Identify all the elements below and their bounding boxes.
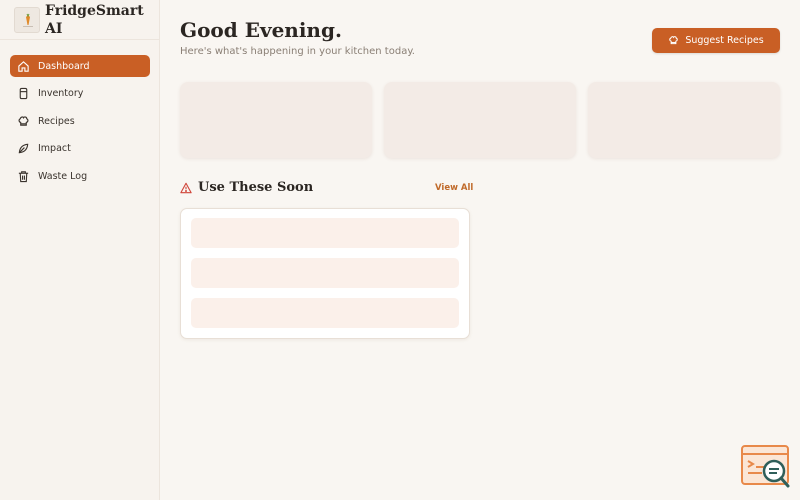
warning-icon: [180, 182, 192, 194]
suggest-recipes-button[interactable]: Suggest Recipes: [652, 28, 780, 53]
section-title: Use These Soon: [180, 180, 313, 195]
sidebar-item-waste-log[interactable]: Waste Log: [10, 165, 150, 187]
page-subtitle: Here's what's happening in your kitchen …: [180, 46, 415, 57]
sidebar-item-label: Waste Log: [38, 170, 88, 182]
carrot-icon: [23, 13, 33, 27]
brand-header: FridgeSmart AI: [0, 0, 159, 40]
stat-card-skeleton: [180, 82, 372, 158]
sidebar-item-dashboard[interactable]: Dashboard: [10, 55, 150, 77]
sidebar-item-label: Recipes: [38, 115, 75, 127]
list-item-skeleton: [191, 218, 459, 248]
inspect-widget-button[interactable]: [740, 444, 792, 492]
sidebar: FridgeSmart AI Dashboard Inventory Recip…: [0, 0, 160, 500]
trash-icon: [17, 170, 30, 183]
use-soon-card: [180, 208, 470, 339]
sidebar-item-recipes[interactable]: Recipes: [10, 110, 150, 132]
list-item-skeleton: [191, 298, 459, 328]
chef-hat-icon: [17, 115, 30, 128]
main-content: Good Evening. Here's what's happening in…: [180, 0, 780, 500]
app-logo: [14, 7, 40, 33]
app-name: FridgeSmart AI: [45, 3, 144, 37]
sidebar-item-impact[interactable]: Impact: [10, 138, 150, 160]
code-search-icon: [741, 445, 790, 488]
page-title: Good Evening.: [180, 18, 342, 42]
leaf-icon: [17, 142, 30, 155]
home-icon: [17, 60, 30, 73]
stat-card-skeleton: [588, 82, 780, 158]
sidebar-item-label: Dashboard: [38, 60, 90, 72]
jar-icon: [17, 87, 30, 100]
list-item-skeleton: [191, 258, 459, 288]
chef-hat-icon: [668, 35, 679, 46]
sidebar-item-label: Impact: [38, 143, 71, 154]
sidebar-item-inventory[interactable]: Inventory: [10, 83, 150, 105]
sidebar-item-label: Inventory: [38, 88, 84, 99]
view-all-link[interactable]: View All: [435, 183, 473, 193]
suggest-recipes-label: Suggest Recipes: [685, 35, 764, 46]
section-title-text: Use These Soon: [198, 180, 314, 195]
stat-card-skeleton: [384, 82, 576, 158]
sidebar-nav: Dashboard Inventory Recipes Impact Waste…: [10, 55, 150, 193]
